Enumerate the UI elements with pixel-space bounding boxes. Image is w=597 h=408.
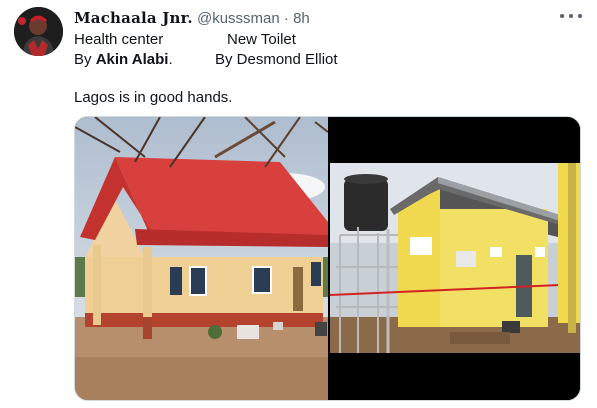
photo-health-center[interactable]	[75, 117, 328, 400]
display-name[interactable]: Machaala Jnr.	[74, 9, 193, 27]
avatar[interactable]	[14, 7, 63, 56]
tweet-text-line-3: Lagos is in good hands.	[74, 89, 233, 106]
tweet-media[interactable]	[74, 116, 581, 401]
user-handle[interactable]: @kusssman	[197, 10, 280, 27]
caption-new-toilet: New Toilet	[227, 31, 296, 48]
timestamp[interactable]: 8h	[293, 10, 310, 27]
more-dot	[578, 14, 582, 18]
by-prefix: By	[74, 51, 96, 68]
tweet-header: Machaala Jnr. @kusssman · 8h	[74, 9, 597, 29]
more-options-icon[interactable]	[560, 9, 582, 23]
photo-new-toilet[interactable]	[330, 117, 580, 400]
more-dot	[560, 14, 564, 18]
caption-health-center: Health center	[74, 31, 164, 48]
author-akin-alabi: Akin Alabi	[95, 51, 169, 68]
avatar-image	[14, 7, 63, 56]
period: .	[168, 51, 173, 68]
author-desmond-elliot: By Desmond Elliot	[215, 51, 338, 68]
separator-dot: ·	[283, 10, 289, 27]
more-dot	[569, 14, 573, 18]
tweet-text-line-2: By Akin Alabi.	[74, 50, 173, 70]
tweet-text-line-1: Health center	[74, 30, 163, 50]
